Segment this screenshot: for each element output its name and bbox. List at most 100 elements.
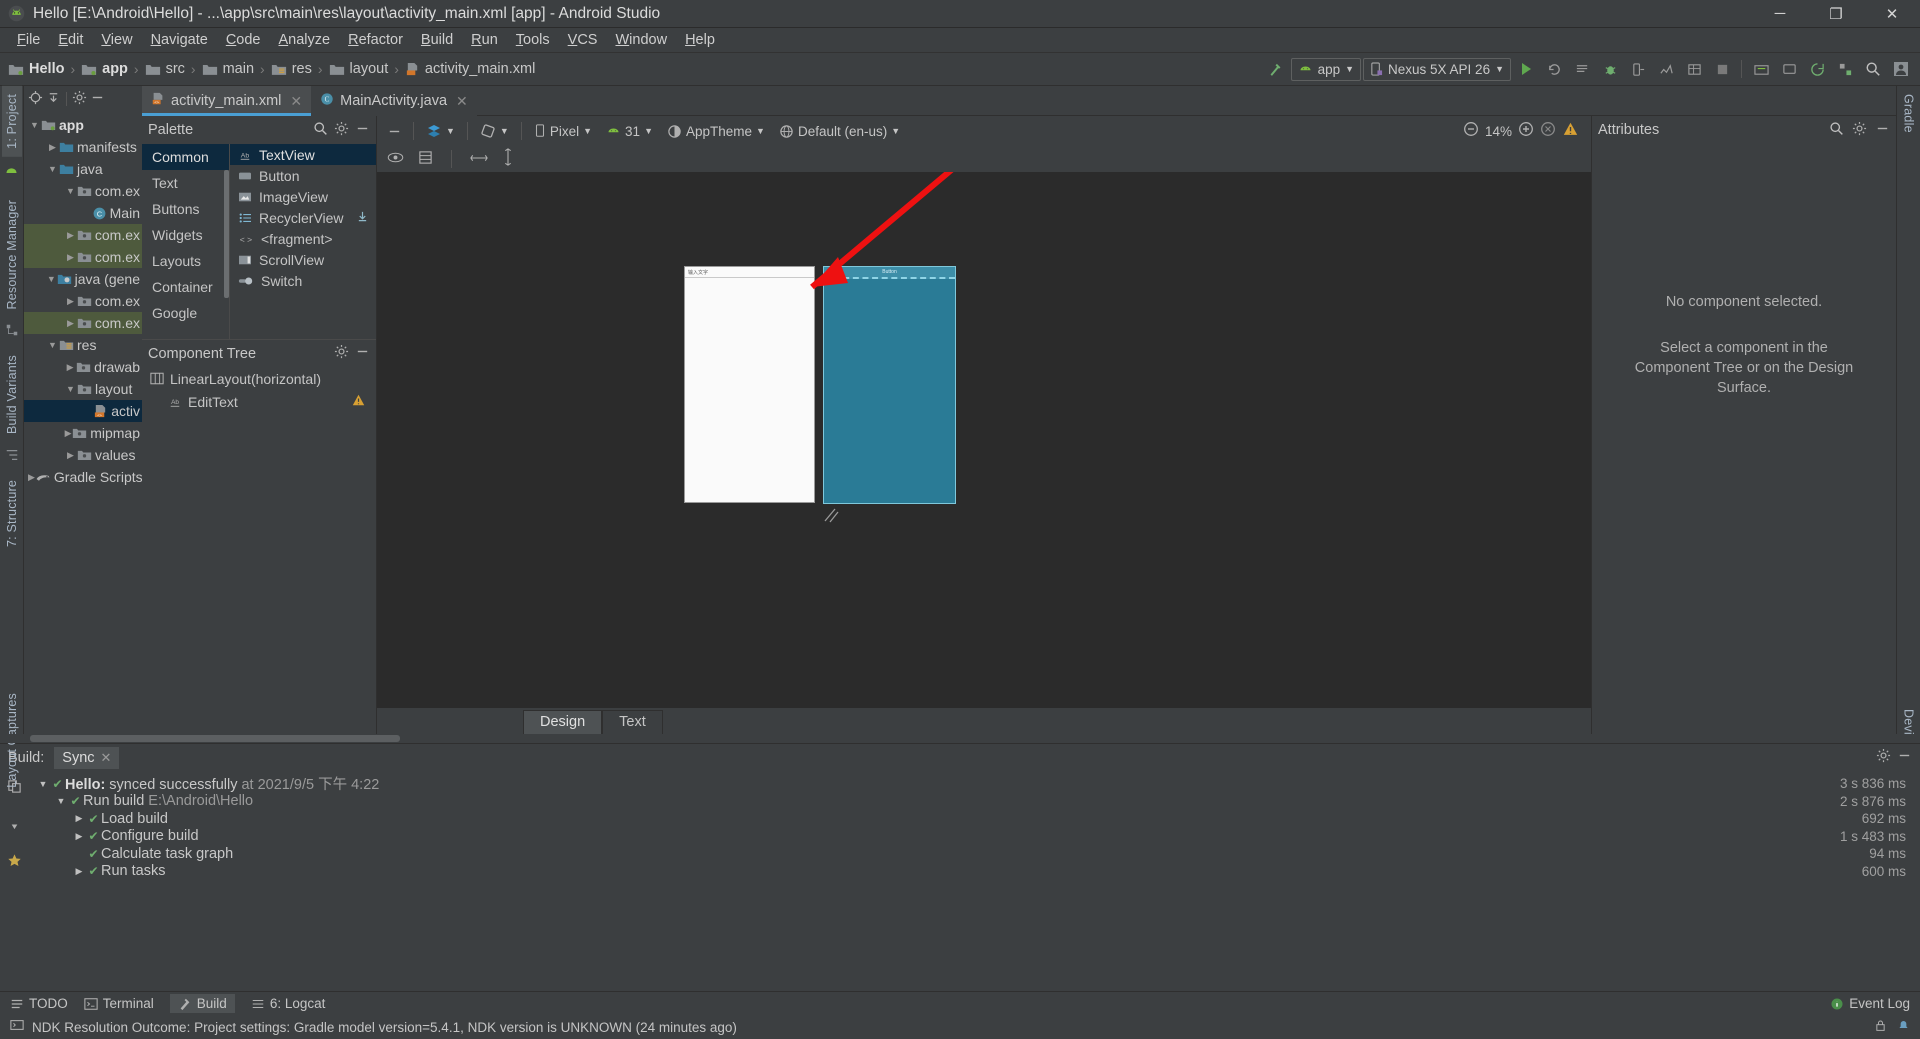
bottom-item-todo[interactable]: TODO: [10, 996, 68, 1011]
build-row[interactable]: ▶ ✔ Run tasks 600 ms: [28, 863, 1920, 881]
bottom-item-build[interactable]: Build: [169, 994, 235, 1013]
search-icon[interactable]: [313, 121, 328, 140]
tree-row[interactable]: ▶ mipmap: [24, 422, 142, 444]
build-row[interactable]: ▼ ✔ Run build E:\Android\Hello 2 s 876 ms: [28, 793, 1920, 811]
orientation-selector[interactable]: ▼: [474, 119, 515, 143]
palette-item-textview[interactable]: Ab TextView: [230, 144, 376, 165]
chevron-right-icon[interactable]: ▶: [64, 428, 72, 439]
bottom-item-terminal[interactable]: Terminal: [84, 996, 154, 1011]
avd-manager-icon[interactable]: [1776, 56, 1802, 82]
breadcrumb-item-activity-main-xml[interactable]: activity_main.xml: [403, 61, 537, 77]
project-horizontal-scrollbar[interactable]: [0, 734, 1920, 743]
debug-icon[interactable]: [1597, 56, 1623, 82]
menu-item-vcs[interactable]: VCS: [559, 30, 607, 50]
hide-icon[interactable]: [355, 344, 370, 363]
palette-category-container[interactable]: Container: [142, 274, 229, 300]
collapse-all-icon[interactable]: [46, 90, 61, 109]
tab-activity-main-xml[interactable]: <> activity_main.xml ✕: [142, 86, 312, 116]
search-icon[interactable]: [1860, 56, 1886, 82]
chevron-right-icon[interactable]: ▶: [72, 866, 86, 877]
menu-item-refactor[interactable]: Refactor: [339, 30, 412, 50]
tab-design[interactable]: Design: [523, 710, 603, 734]
hide-icon[interactable]: [90, 90, 105, 109]
build-row[interactable]: ▶ ✔ Load build 692 ms: [28, 810, 1920, 828]
build-tab-sync[interactable]: Sync ✕: [54, 746, 120, 769]
device-selector[interactable]: Pixel ▼: [528, 119, 598, 143]
close-icon[interactable]: ✕: [101, 750, 112, 766]
sync-gradle-icon[interactable]: [1804, 56, 1830, 82]
attach-debugger-icon[interactable]: [1625, 56, 1651, 82]
close-button[interactable]: ✕: [1864, 0, 1920, 28]
breadcrumb-item-app[interactable]: app: [79, 61, 130, 77]
scrollbar-thumb[interactable]: [30, 735, 400, 742]
pin-icon[interactable]: [7, 816, 22, 835]
breadcrumb-item-src[interactable]: src: [143, 61, 187, 77]
notify-icon[interactable]: [1897, 1019, 1910, 1036]
chevron-right-icon[interactable]: ▶: [72, 813, 86, 824]
chevron-right-icon[interactable]: ▶: [64, 252, 77, 263]
chevron-right-icon[interactable]: ▶: [64, 318, 77, 329]
chevron-right-icon[interactable]: ▶: [28, 472, 35, 483]
design-mode-selector[interactable]: ▼: [420, 119, 461, 143]
menu-item-window[interactable]: Window: [606, 30, 676, 50]
palette-category-buttons[interactable]: Buttons: [142, 196, 229, 222]
menu-item-analyze[interactable]: Analyze: [270, 30, 340, 50]
build-row[interactable]: ▶ ✔ Configure build 1 s 483 ms: [28, 828, 1920, 846]
api-level-selector[interactable]: 31 ▼: [600, 119, 659, 143]
tab-mainactivity-java[interactable]: C MainActivity.java ✕: [311, 86, 477, 116]
breadcrumb-item-main[interactable]: main: [200, 61, 256, 77]
horizontal-margin-icon[interactable]: [470, 151, 488, 168]
breadcrumb-item-res[interactable]: res: [269, 61, 314, 77]
menu-item-build[interactable]: Build: [412, 30, 462, 50]
tree-row[interactable]: <> activ: [24, 400, 142, 422]
palette-item-recyclerview[interactable]: RecyclerView: [230, 207, 376, 228]
tree-row[interactable]: ▶ com.ex: [24, 224, 142, 246]
locate-icon[interactable]: [28, 90, 43, 109]
menu-item-help[interactable]: Help: [676, 30, 724, 50]
apply-code-changes-icon[interactable]: [1569, 56, 1595, 82]
theme-selector[interactable]: AppTheme ▼: [661, 119, 771, 143]
hide-icon[interactable]: [381, 118, 407, 144]
palette-category-google[interactable]: Google: [142, 300, 229, 326]
chevron-down-icon[interactable]: ▼: [46, 164, 59, 174]
layout-inspector-icon[interactable]: [1681, 56, 1707, 82]
hide-icon[interactable]: [355, 121, 370, 140]
design-canvas[interactable]: 输入文字 Button: [377, 172, 1591, 708]
chevron-down-icon[interactable]: ▼: [28, 120, 41, 130]
warning-icon[interactable]: [1562, 121, 1579, 142]
button-preview[interactable]: Button: [824, 267, 955, 279]
chevron-right-icon[interactable]: ▶: [46, 142, 59, 153]
module-selector[interactable]: app ▼: [1290, 57, 1362, 81]
close-icon[interactable]: ✕: [456, 93, 468, 110]
chevron-down-icon[interactable]: ▼: [46, 340, 59, 350]
project-structure-icon[interactable]: [1832, 56, 1858, 82]
palette-item-switch[interactable]: Switch: [230, 270, 376, 291]
user-avatar[interactable]: [1888, 56, 1914, 82]
minimize-button[interactable]: ─: [1752, 0, 1808, 28]
locale-selector[interactable]: Default (en-us) ▼: [773, 119, 906, 143]
palette-category-layouts[interactable]: Layouts: [142, 248, 229, 274]
close-icon[interactable]: ✕: [290, 93, 302, 110]
chevron-right-icon[interactable]: ▶: [64, 230, 77, 241]
component-tree-row[interactable]: LinearLayout(horizontal): [142, 367, 376, 390]
gear-icon[interactable]: [72, 90, 87, 109]
component-tree-row[interactable]: Ab EditText: [142, 390, 376, 413]
palette-category-common[interactable]: Common: [142, 144, 229, 170]
hide-icon[interactable]: [1897, 748, 1912, 767]
menu-item-edit[interactable]: Edit: [49, 30, 92, 50]
sidebar-item-resource-manager[interactable]: Resource Manager: [2, 192, 22, 318]
palette-category-widgets[interactable]: Widgets: [142, 222, 229, 248]
tree-row[interactable]: ▶ manifests: [24, 136, 142, 158]
gear-icon[interactable]: [334, 121, 349, 140]
tree-row[interactable]: ▼ layout: [24, 378, 142, 400]
menu-item-tools[interactable]: Tools: [507, 30, 559, 50]
lock-icon[interactable]: [1874, 1019, 1887, 1036]
bottom-item-logcat[interactable]: 6: Logcat: [251, 996, 325, 1011]
build-output-tree[interactable]: ▼ ✔ Hello: synced successfully at 2021/9/5…: [28, 771, 1920, 991]
chevron-down-icon[interactable]: ▼: [54, 796, 68, 806]
zoom-in-icon[interactable]: [1518, 121, 1534, 141]
palette-item-imageview[interactable]: ImageView: [230, 186, 376, 207]
chevron-right-icon[interactable]: ▶: [64, 296, 77, 307]
gear-icon[interactable]: [1876, 748, 1891, 767]
breadcrumb-item-layout[interactable]: layout: [327, 61, 391, 77]
